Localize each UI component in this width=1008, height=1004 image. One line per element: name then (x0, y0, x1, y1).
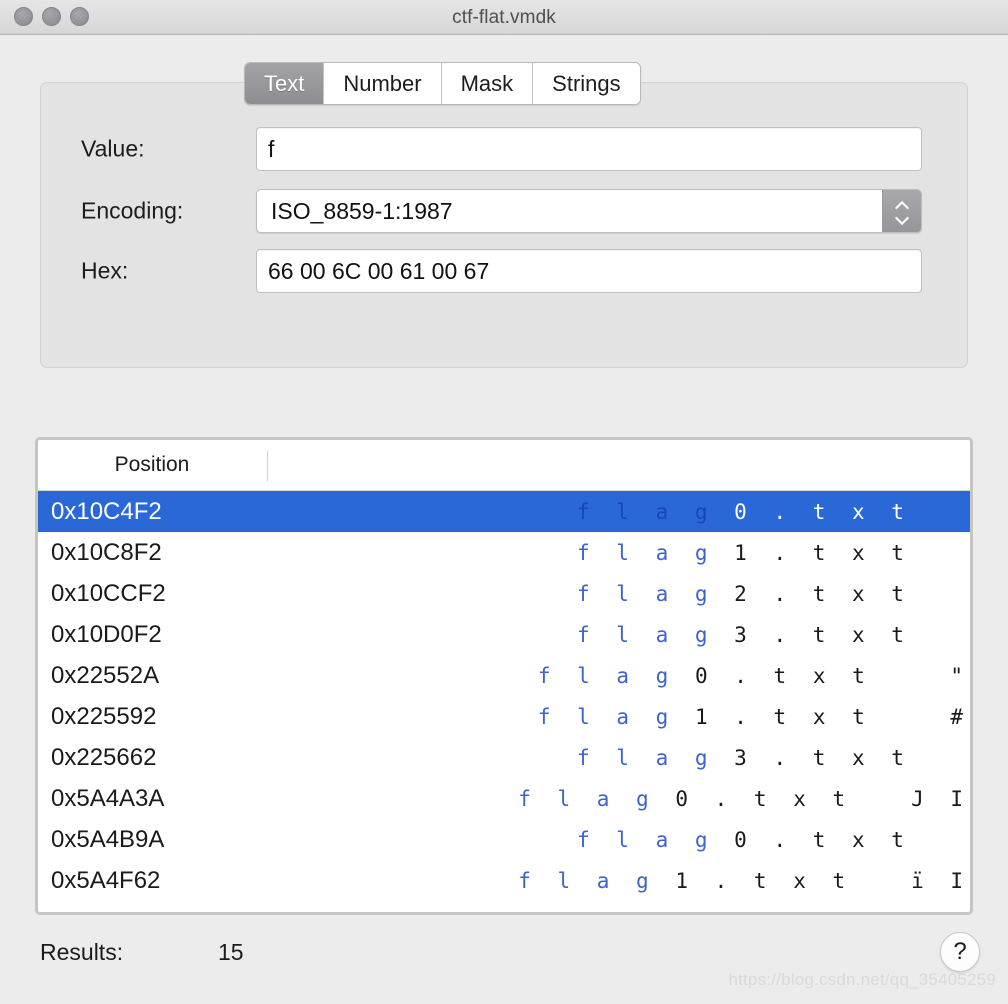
table-row[interactable]: 0x10C8F2 f l a g 1 . t x t (38, 532, 970, 573)
table-body: 0x10C4F2 f l a g 0 . t x t 0x10C8F2 f l a g… (38, 491, 970, 901)
cell-preview: f l a g 0 . t x t (266, 500, 970, 524)
tab-text[interactable]: Text (245, 63, 325, 104)
column-header-position[interactable]: Position (38, 440, 266, 490)
trailing-text: " (871, 663, 970, 688)
window-title: ctf-flat.vmdk (452, 7, 556, 28)
tab-mask[interactable]: Mask (441, 63, 534, 104)
stepper-up-down-icon[interactable] (882, 190, 921, 232)
encoding-value-text: ISO_8859-1:1987 (271, 197, 453, 224)
cell-preview: f l a g 0 . t x t (266, 828, 970, 852)
hex-input[interactable]: 66 00 6C 00 61 00 67 (256, 249, 922, 293)
encoding-row: Encoding: ISO_8859-1:1987 (41, 189, 967, 233)
cell-position: 0x225662 (51, 743, 157, 771)
match-text: f l a g (577, 827, 735, 852)
trailing-text: ï I (852, 868, 970, 893)
cell-position: 0x225592 (51, 702, 157, 730)
match-text: f l a g (518, 786, 676, 811)
value-input-text: f (268, 135, 275, 162)
cell-position: 0x10C8F2 (51, 538, 162, 566)
context-text: 0 . t x t (734, 499, 911, 524)
results-count: 15 (218, 939, 244, 965)
table-row[interactable]: 0x22552A f l a g 0 . t x t " (38, 655, 970, 696)
cell-position: 0x5A4A3A (51, 784, 165, 812)
match-text: f l a g (577, 581, 735, 606)
cell-position: 0x5A4B9A (51, 825, 165, 853)
help-button[interactable]: ? (940, 932, 980, 972)
context-text: 0 . t x t (675, 786, 853, 811)
column-divider[interactable] (267, 451, 268, 481)
encoding-combobox[interactable]: ISO_8859-1:1987 (256, 189, 922, 233)
application-window: ctf-flat.vmdk Value: f Encoding: ISO_885… (0, 0, 1008, 1004)
match-text: f l a g (577, 499, 735, 524)
cell-preview: f l a g 0 . t x t J I (207, 787, 970, 811)
cell-preview: f l a g 1 . t x t # (227, 705, 970, 729)
context-text: 2 . t x t (734, 581, 911, 606)
table-row[interactable]: 0x225592 f l a g 1 . t x t # (38, 696, 970, 737)
match-text: f l a g (577, 745, 735, 770)
trailing-text: J I (852, 786, 970, 811)
context-text: 3 . t x t (734, 745, 911, 770)
cell-position: 0x10D0F2 (51, 620, 162, 648)
trailing-text: # (871, 704, 970, 729)
match-text: f l a g (518, 868, 676, 893)
cell-preview: f l a g 1 . t x t (266, 541, 970, 565)
table-row[interactable]: 0x225662 f l a g 3 . t x t (38, 737, 970, 778)
tab-number[interactable]: Number (324, 63, 442, 104)
chevron-down-icon (896, 212, 909, 220)
cell-preview: f l a g 1 . t x t ï I (207, 869, 970, 893)
title-bar: ctf-flat.vmdk (0, 0, 1008, 35)
value-row: Value: f (41, 127, 967, 171)
context-text: 3 . t x t (734, 622, 911, 647)
context-text: 0 . t x t (734, 827, 911, 852)
encoding-label: Encoding: (81, 197, 184, 224)
context-text: 1 . t x t (675, 868, 853, 893)
cell-preview: f l a g 3 . t x t (266, 623, 970, 647)
table-row[interactable]: 0x5A4B9A f l a g 0 . t x t (38, 819, 970, 860)
match-text: f l a g (537, 663, 695, 688)
results-table: Position 0x10C4F2 f l a g 0 . t x t 0x10C8… (35, 437, 973, 915)
table-row[interactable]: 0x10D0F2 f l a g 3 . t x t (38, 614, 970, 655)
hex-row: Hex: 66 00 6C 00 61 00 67 (41, 249, 967, 293)
cell-position: 0x5A4F62 (51, 866, 161, 894)
tab-strings[interactable]: Strings (533, 63, 640, 104)
cell-preview: f l a g 2 . t x t (266, 582, 970, 606)
match-text: f l a g (577, 622, 735, 647)
match-text: f l a g (537, 704, 695, 729)
table-header-row: Position (38, 440, 970, 491)
search-criteria-panel: Value: f Encoding: ISO_8859-1:1987 Hex: … (40, 82, 968, 368)
cell-position: 0x22552A (51, 661, 160, 689)
table-row[interactable]: 0x5A4F62 f l a g 1 . t x t ï I (38, 860, 970, 901)
cell-position: 0x10C4F2 (51, 497, 162, 525)
results-label: Results: (40, 939, 124, 965)
match-text: f l a g (577, 540, 735, 565)
table-row[interactable]: 0x5A4A3A f l a g 0 . t x t J I (38, 778, 970, 819)
hex-label: Hex: (81, 257, 129, 284)
context-text: 0 . t x t (694, 663, 872, 688)
cell-preview: f l a g 0 . t x t " (227, 664, 970, 688)
table-row[interactable]: 0x10CCF2 f l a g 2 . t x t (38, 573, 970, 614)
watermark: https://blog.csdn.net/qq_35405259 (728, 970, 996, 989)
context-text: 1 . t x t (734, 540, 911, 565)
value-input[interactable]: f (256, 127, 922, 171)
tab-bar: Text Number Mask Strings (244, 62, 641, 105)
cell-position: 0x10CCF2 (51, 579, 166, 607)
context-text: 1 . t x t (694, 704, 872, 729)
cell-preview: f l a g 3 . t x t (266, 746, 970, 770)
value-label: Value: (81, 135, 145, 162)
table-row[interactable]: 0x10C4F2 f l a g 0 . t x t (38, 491, 970, 532)
hex-input-text: 66 00 6C 00 61 00 67 (268, 257, 490, 284)
chevron-up-icon (896, 202, 909, 210)
